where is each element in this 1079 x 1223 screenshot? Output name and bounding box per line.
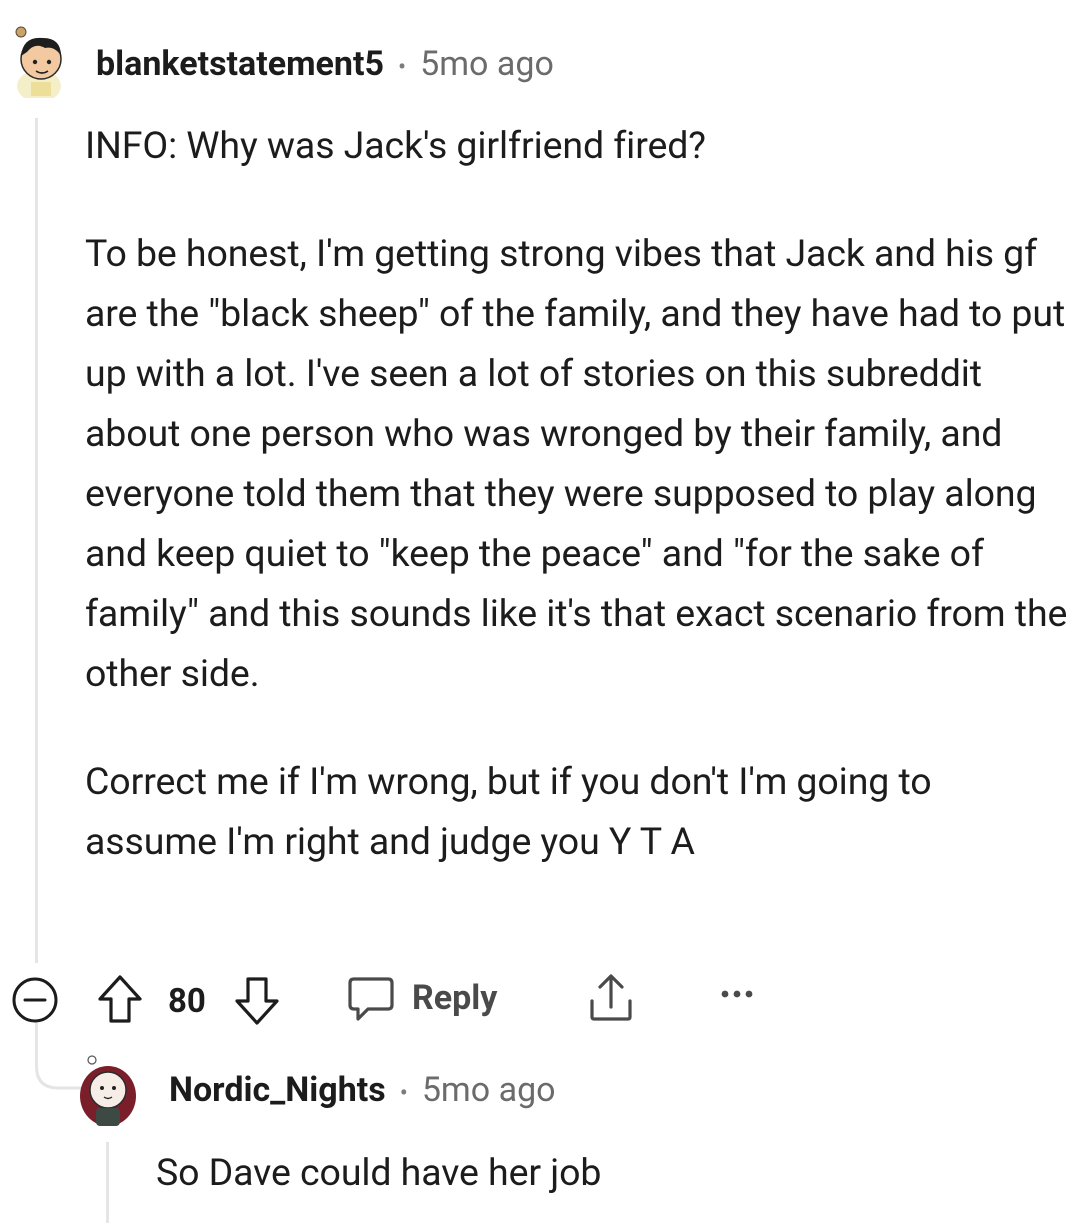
collapse-minus-icon: [12, 977, 58, 1023]
comment-action-bar: 80 Reply: [0, 965, 1079, 1027]
downvote-button[interactable]: [233, 975, 281, 1027]
comment-meta: blanketstatement5 • 5mo ago: [96, 44, 554, 84]
meta-separator: •: [398, 53, 407, 81]
vote-score: 80: [168, 973, 206, 1029]
reply-meta: Nordic_Nights • 5mo ago: [169, 1070, 556, 1110]
reply-button[interactable]: Reply: [346, 973, 497, 1023]
comment-username[interactable]: blanketstatement5: [96, 44, 384, 84]
more-options-icon: [721, 990, 753, 998]
reply-body: So Dave could have her job: [156, 1143, 1056, 1203]
comment-paragraph: Correct me if I'm wrong, but if you don'…: [85, 760, 932, 864]
speech-bubble-icon: [348, 977, 394, 1021]
reply-label: Reply: [412, 978, 498, 1018]
reply-user-avatar[interactable]: [76, 1052, 140, 1128]
reply-thread-line[interactable]: [106, 1142, 109, 1223]
reply-timestamp[interactable]: 5mo ago: [422, 1070, 556, 1110]
comment-paragraph: To be honest, I'm getting strong vibes t…: [85, 232, 1068, 696]
collapse-button[interactable]: [10, 975, 60, 1025]
user-avatar[interactable]: [5, 26, 69, 98]
upvote-arrow-icon: [98, 975, 142, 1023]
reply-username[interactable]: Nordic_Nights: [169, 1070, 386, 1110]
vote-score-value: 80: [168, 981, 206, 1021]
reply-paragraph: So Dave could have her job: [156, 1151, 602, 1195]
downvote-arrow-icon: [235, 977, 279, 1025]
comment-thread-line[interactable]: [35, 118, 38, 963]
share-button[interactable]: [586, 971, 636, 1025]
comment-body: INFO: Why was Jack's girlfriend fired? T…: [85, 116, 1070, 872]
upvote-button[interactable]: [96, 973, 144, 1025]
share-icon: [590, 974, 632, 1021]
more-options-button[interactable]: [720, 987, 754, 1001]
meta-separator: •: [399, 1079, 408, 1107]
comment-timestamp[interactable]: 5mo ago: [420, 44, 554, 84]
comment-paragraph: INFO: Why was Jack's girlfriend fired?: [85, 124, 706, 168]
